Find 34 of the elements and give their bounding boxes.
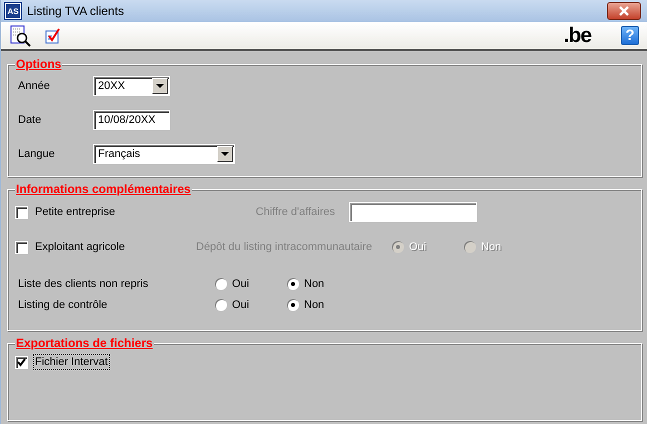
radio-label: Oui <box>409 241 426 253</box>
checkbox-label: Fichier Intervat <box>34 355 109 369</box>
field-label: Année <box>18 80 51 92</box>
group-title: Informations complémentaires <box>15 182 192 196</box>
field-label: Langue <box>18 148 56 160</box>
dropdown[interactable]: Français <box>93 144 235 164</box>
close-icon <box>617 6 631 16</box>
checkbox-label: Exploitant agricole <box>34 240 126 254</box>
field-label: Liste des clients non repris <box>17 278 150 290</box>
dropdown[interactable]: 20XX <box>93 76 170 96</box>
caret-icon <box>221 152 229 156</box>
field-label: Chiffre d'affaires <box>254 206 335 218</box>
radio-label: Oui <box>232 278 250 290</box>
field-label: Dépôt du listing intracommunautaire <box>196 241 374 253</box>
caret-icon <box>156 84 164 88</box>
radio-button[interactable] <box>215 278 227 290</box>
date-field[interactable]: 10/08/20XX <box>93 110 170 130</box>
field-label: Date <box>18 114 42 126</box>
group-title: Exportations de fichiers <box>15 336 154 350</box>
close-button[interactable] <box>607 2 641 20</box>
group-title: Options <box>15 57 62 71</box>
logo: .be <box>564 25 591 46</box>
checkbox-label: Petite entreprise <box>34 205 116 219</box>
checkbox[interactable] <box>15 356 28 368</box>
app-icon: AS <box>5 3 21 19</box>
field-label: Listing de contrôle <box>17 299 108 311</box>
window-title: Listing TVA clients <box>27 4 124 18</box>
radio-label: Non <box>304 278 324 290</box>
radio-label: Non <box>304 299 324 311</box>
radio-button[interactable] <box>287 278 299 290</box>
radio-button[interactable] <box>215 299 227 311</box>
radio-button[interactable] <box>287 299 299 311</box>
radio-label: Oui <box>232 299 250 311</box>
radio-label: Non <box>481 241 502 253</box>
